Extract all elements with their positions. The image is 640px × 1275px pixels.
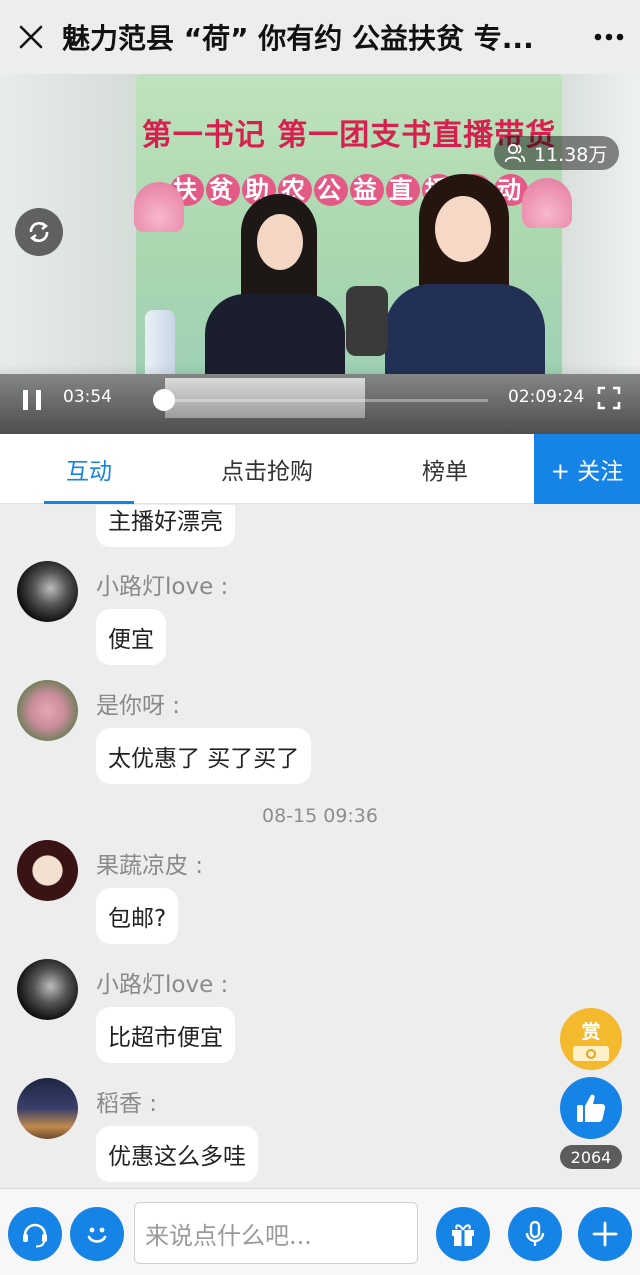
pause-button[interactable] [18,386,46,414]
emoji-icon [87,1227,107,1243]
chat-username: 稻香 : [96,1091,158,1117]
viewer-count: 11.38万 [534,143,608,166]
chat-bubble: 包邮? [96,888,179,944]
tab-bar: 互动 点击抢购 榜单 + 关注 [0,434,640,504]
chat-timestamp: 08-15 09:36 [261,805,378,827]
avatar [17,840,78,901]
video-player[interactable]: 第一书记 第一团支书直播带货 扶贫助农公益直播活动 11.38万 [0,74,640,434]
voice-button[interactable] [508,1207,562,1261]
viewer-count-badge: 11.38万 [494,136,620,170]
like-button[interactable] [560,1077,622,1139]
recorder-device [346,286,388,356]
close-button[interactable] [0,0,62,74]
comment-input[interactable]: 来说点什么吧... [134,1202,418,1264]
chat-username: 小路灯love : [96,972,229,998]
viewers-icon [504,143,526,163]
chat-bubble: 便宜 [96,609,166,665]
avatar [17,561,78,622]
chat-bubble: 比超市便宜 [96,1007,235,1063]
avatar [17,1078,78,1139]
chat-list[interactable]: 主播好漂亮 小路灯love : 便宜 是你呀 : 太优惠了 买了买了 08-15… [0,505,640,1188]
chat-username: 果蔬凉皮 : [96,853,204,879]
top-bar: 魅力范县 “荷” 你有约 公益扶贫 专... [0,0,640,74]
avatar [17,680,78,741]
chat-bubble: 太优惠了 买了买了 [96,728,312,784]
fullscreen-icon [597,386,621,410]
more-button[interactable] [578,0,640,74]
reward-box-icon [573,1045,609,1061]
tab-buy[interactable]: 点击抢购 [178,434,356,504]
reward-label: 赏 [581,1020,601,1043]
progress-knob[interactable] [153,389,176,411]
tab-interaction[interactable]: 互动 [0,434,178,504]
chat-username: 是你呀 : [96,693,181,719]
more-actions-button[interactable] [578,1207,632,1261]
bottom-bar: 来说点什么吧... [0,1188,640,1275]
like-count: 2064 [560,1145,622,1169]
microphone-icon [525,1220,545,1246]
current-time: 03:54 [63,387,112,407]
plus-icon [592,1221,618,1247]
banner-character: 益 [350,174,384,206]
refresh-icon [29,221,49,243]
lotus-decoration [134,182,184,232]
gift-icon [452,1224,474,1246]
customer-service-button[interactable] [8,1207,62,1261]
chat-bubble: 主播好漂亮 [96,505,235,547]
follow-button[interactable]: + 关注 [534,434,640,504]
reward-button[interactable]: 赏 [560,1008,622,1070]
more-icon [594,33,624,41]
close-icon [19,25,43,49]
tab-ranking[interactable]: 榜单 [356,434,534,504]
chat-username: 小路灯love : [96,574,229,600]
page-title: 魅力范县 “荷” 你有约 公益扶贫 专... [62,22,534,55]
customer-service-icon [23,1223,47,1248]
emoji-button[interactable] [70,1207,124,1261]
avatar [17,959,78,1020]
progress-bar[interactable] [153,389,488,411]
fullscreen-button[interactable] [597,386,621,410]
pause-icon [23,390,41,410]
gift-button[interactable] [436,1207,490,1261]
refresh-button[interactable] [15,208,63,256]
chat-bubble: 优惠这么多哇 [96,1126,258,1182]
duration: 02:09:24 [508,387,585,407]
thumbs-up-icon [577,1094,606,1122]
